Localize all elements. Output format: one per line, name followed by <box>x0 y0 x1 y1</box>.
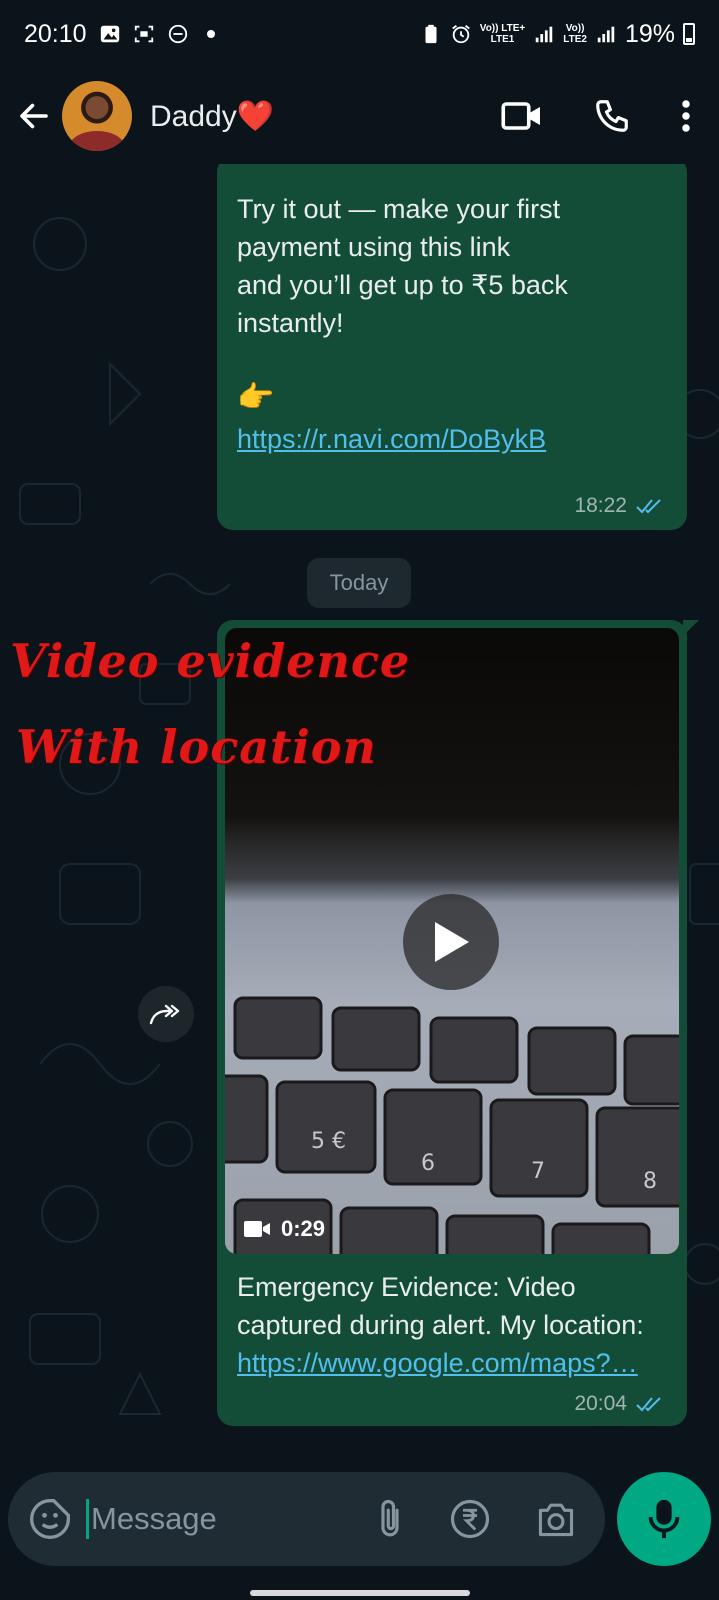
sim2-network-label: Vo)) LTE2 <box>563 23 587 45</box>
contact-avatar[interactable] <box>62 81 132 151</box>
outgoing-message-bubble[interactable]: Try it out — make your first payment usi… <box>217 164 687 530</box>
back-arrow-icon[interactable] <box>14 96 54 136</box>
message-time: 20:04 <box>574 1392 627 1415</box>
message-text: Try it out — make your first payment usi… <box>237 194 568 338</box>
video-duration: 0:29 <box>243 1216 325 1242</box>
message-input[interactable]: Message <box>91 1501 217 1537</box>
play-icon <box>435 922 469 962</box>
screenshot-notification-icon <box>134 25 153 43</box>
double-check-read-icon <box>636 499 661 514</box>
chat-area[interactable]: Try it out — make your first payment usi… <box>0 164 719 1466</box>
svg-text:8: 8 <box>643 1169 657 1194</box>
status-bar: 20:10 Vo)) LTE+ LTE1 Vo)) LTE2 19% <box>0 0 719 68</box>
forward-button[interactable] <box>138 986 194 1042</box>
play-button[interactable] <box>403 894 499 990</box>
battery-saver-icon <box>425 24 437 44</box>
double-check-read-icon <box>636 1397 661 1412</box>
svg-text:7: 7 <box>531 1159 545 1184</box>
gallery-notification-icon <box>100 25 119 43</box>
overlay-annotation-line1: Video evidence <box>10 634 411 688</box>
dnd-icon <box>168 24 187 44</box>
message-meta: 18:22 <box>574 494 667 518</box>
chat-header: Daddy❤️ <box>0 68 719 164</box>
sim1-network-label: Vo)) LTE+ LTE1 <box>479 23 526 45</box>
forward-icon <box>149 1004 180 1025</box>
attach-icon[interactable] <box>375 1498 405 1540</box>
sticker-icon[interactable] <box>28 1497 72 1541</box>
alarm-icon <box>451 25 470 44</box>
more-options-icon[interactable] <box>681 98 691 134</box>
caption-text: Emergency Evidence: Video captured durin… <box>237 1272 644 1340</box>
voice-message-button[interactable] <box>617 1472 711 1566</box>
sim1-signal-icon <box>535 26 553 43</box>
message-meta: 20:04 <box>574 1392 667 1416</box>
gesture-nav-bar[interactable] <box>250 1590 470 1596</box>
message-time: 18:22 <box>574 494 627 517</box>
video-call-icon[interactable] <box>501 99 543 133</box>
battery-icon <box>683 23 695 45</box>
svg-text:5 €: 5 € <box>311 1129 346 1154</box>
message-link[interactable]: https://r.navi.com/DoBykB <box>237 424 546 454</box>
microphone-icon <box>648 1499 680 1539</box>
text-cursor <box>86 1499 89 1539</box>
status-time: 20:10 <box>24 19 87 48</box>
camera-icon[interactable] <box>535 1500 577 1538</box>
overlay-annotation-line2: With location <box>16 720 377 774</box>
date-separator: Today <box>307 558 411 608</box>
message-input-bar: Message <box>0 1466 719 1572</box>
svg-text:6: 6 <box>421 1151 435 1176</box>
pointing-hand-emoji: 👉 <box>237 381 275 414</box>
video-camera-icon <box>244 1221 270 1237</box>
message-input-pill[interactable]: Message <box>8 1472 606 1566</box>
battery-percent: 19% <box>624 19 675 48</box>
payment-rupee-icon[interactable] <box>449 1498 491 1540</box>
sim2-signal-icon <box>597 26 615 43</box>
caption-link[interactable]: https://www.google.com/maps?… <box>237 1348 638 1378</box>
voice-call-icon[interactable] <box>593 97 631 135</box>
contact-name[interactable]: Daddy❤️ <box>150 99 274 134</box>
more-notifications-dot-icon <box>206 30 215 38</box>
video-caption: Emergency Evidence: Video captured durin… <box>225 1254 679 1382</box>
